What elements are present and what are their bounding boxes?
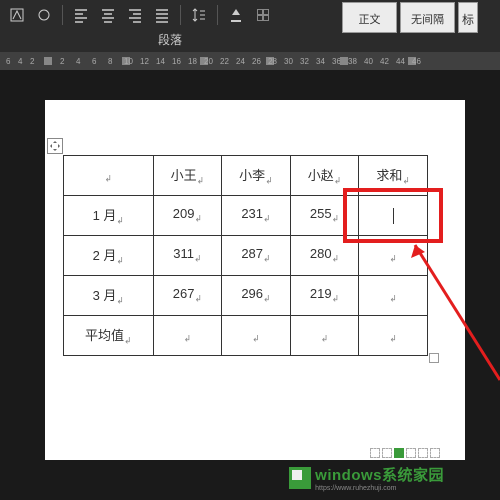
table-cell[interactable]: 267↲ (153, 276, 222, 316)
table-resize-handle[interactable] (429, 353, 439, 363)
table-cell[interactable]: 求和↲ (359, 156, 428, 196)
watermark: windows系统家园 https://www.ruhezhuji.com (289, 464, 444, 492)
table-row: 3 月↲ 267↲ 296↲ 219↲ ↲ (64, 276, 428, 316)
styles-panel: 正文 无间隔 标 (340, 0, 480, 35)
table-cell[interactable]: 311↲ (153, 236, 222, 276)
watermark-title: windows系统家园 (315, 464, 444, 485)
table-cell[interactable]: ↲ (359, 236, 428, 276)
table-row: 2 月↲ 311↲ 287↲ 280↲ ↲ (64, 236, 428, 276)
format-icon[interactable] (32, 3, 56, 27)
table-header-row: ↲ 小王↲ 小李↲ 小赵↲ 求和↲ (64, 156, 428, 196)
table-cell[interactable]: ↲ (359, 276, 428, 316)
line-spacing-icon[interactable] (187, 3, 211, 27)
page[interactable]: ↲ 小王↲ 小李↲ 小赵↲ 求和↲ 1 月↲ 209↲ 231↲ 255↲ 2 … (45, 100, 465, 460)
table-cell[interactable]: 231↲ (222, 196, 291, 236)
table-row: 1 月↲ 209↲ 231↲ 255↲ (64, 196, 428, 236)
table-cell[interactable]: 255↲ (290, 196, 359, 236)
table-cell[interactable]: 280↲ (290, 236, 359, 276)
style-normal[interactable]: 正文 (342, 2, 397, 33)
table-cell[interactable]: 209↲ (153, 196, 222, 236)
align-center-icon[interactable] (96, 3, 120, 27)
watermark-url: https://www.ruhezhuji.com (315, 485, 444, 492)
text-cursor (393, 208, 394, 224)
align-right-icon[interactable] (123, 3, 147, 27)
decoration-squares (370, 448, 440, 458)
watermark-logo-icon (289, 467, 311, 489)
fill-color-icon[interactable] (224, 3, 248, 27)
table-cell[interactable]: ↲ (222, 316, 291, 356)
highlight-icon[interactable] (5, 3, 29, 27)
table-cell[interactable]: 小李↲ (222, 156, 291, 196)
paragraph-section-label: 段落 (0, 30, 340, 50)
table-cell[interactable]: 小王↲ (153, 156, 222, 196)
ribbon-toolbar: 段落 正文 无间隔 标 (0, 0, 500, 52)
table-cell[interactable]: 296↲ (222, 276, 291, 316)
data-table[interactable]: ↲ 小王↲ 小李↲ 小赵↲ 求和↲ 1 月↲ 209↲ 231↲ 255↲ 2 … (63, 155, 428, 356)
style-no-spacing[interactable]: 无间隔 (400, 2, 455, 33)
table-cell[interactable]: ↲ (64, 156, 154, 196)
align-justify-icon[interactable] (150, 3, 174, 27)
table-move-handle[interactable] (47, 138, 63, 154)
table-cell[interactable]: ↲ (290, 316, 359, 356)
align-left-icon[interactable] (69, 3, 93, 27)
table-cell-active[interactable] (359, 196, 428, 236)
table-cell[interactable]: 小赵↲ (290, 156, 359, 196)
borders-icon[interactable] (251, 3, 275, 27)
document-area: ↲ 小王↲ 小李↲ 小赵↲ 求和↲ 1 月↲ 209↲ 231↲ 255↲ 2 … (0, 70, 500, 500)
table-row: 平均值↲ ↲ ↲ ↲ ↲ (64, 316, 428, 356)
table-cell[interactable]: 平均值↲ (64, 316, 154, 356)
table-cell[interactable]: 219↲ (290, 276, 359, 316)
table-cell[interactable]: ↲ (359, 316, 428, 356)
table-cell[interactable]: 3 月↲ (64, 276, 154, 316)
horizontal-ruler[interactable]: 6 4 2 2 4 6 8 10 12 14 16 18 20 22 24 26… (0, 52, 500, 70)
table-cell[interactable]: 287↲ (222, 236, 291, 276)
table-cell[interactable]: 2 月↲ (64, 236, 154, 276)
style-heading-partial[interactable]: 标 (458, 2, 478, 33)
table-cell[interactable]: ↲ (153, 316, 222, 356)
table-cell[interactable]: 1 月↲ (64, 196, 154, 236)
